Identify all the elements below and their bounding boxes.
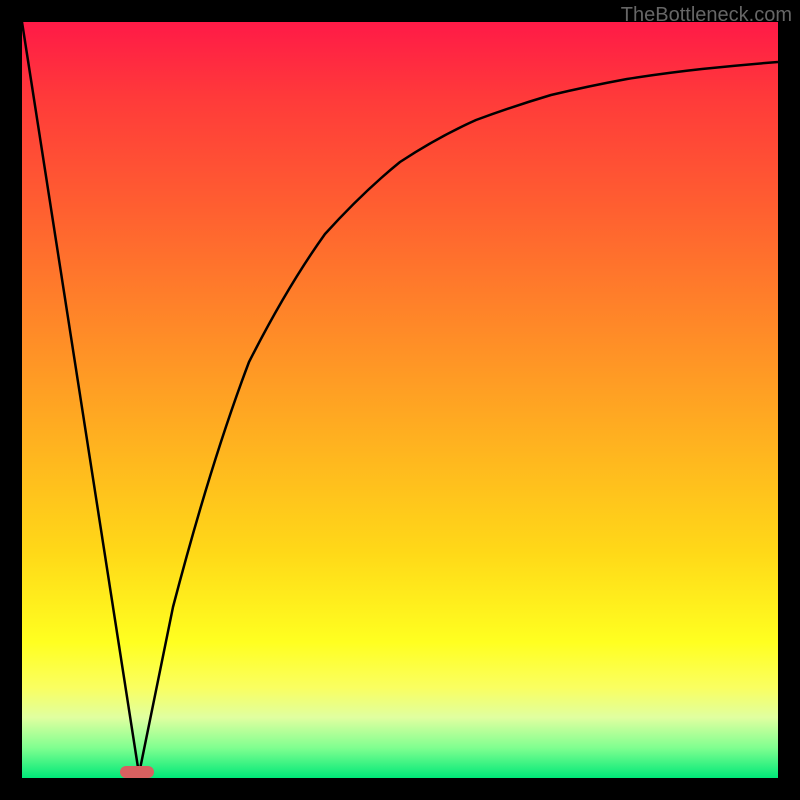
watermark-text: TheBottleneck.com (621, 4, 792, 27)
right-curve (139, 62, 778, 774)
chart-curve (22, 22, 778, 778)
left-line (22, 22, 139, 774)
minimum-marker (120, 766, 154, 778)
